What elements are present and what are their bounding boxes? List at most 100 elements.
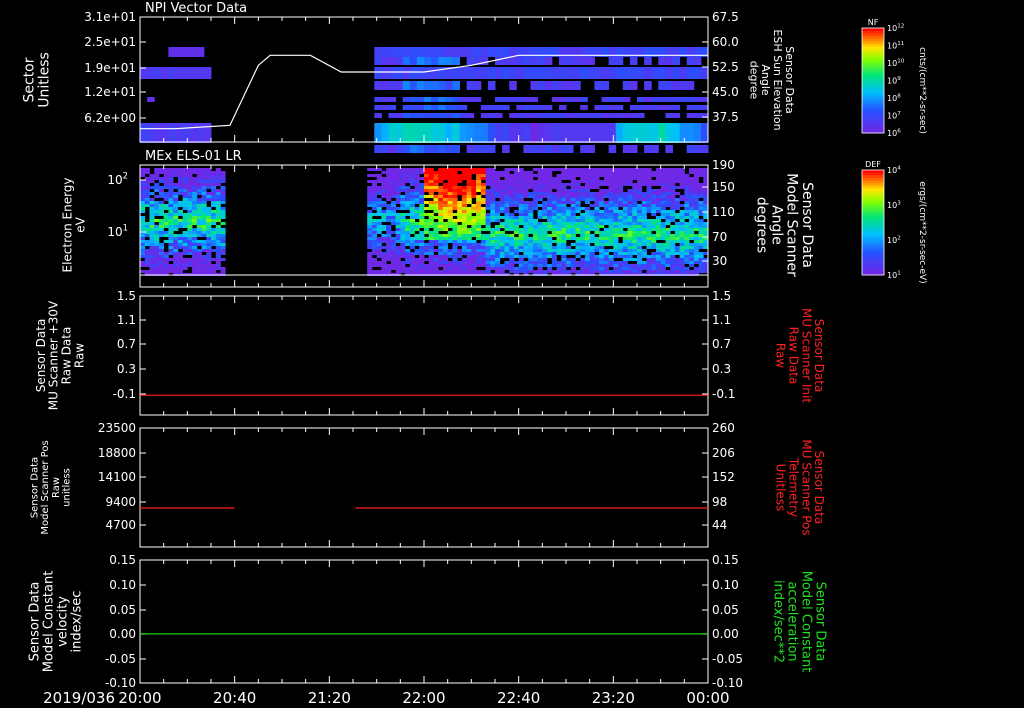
heatmap-cell: [431, 145, 439, 153]
heatmap-cell: [594, 231, 600, 234]
heatmap-cell: [655, 270, 662, 273]
heatmap-cell: [419, 222, 425, 225]
heatmap-cell: [485, 168, 491, 171]
heatmap-cell: [570, 198, 576, 201]
heatmap-cell: [518, 210, 524, 213]
heatmap-cell: [177, 246, 183, 249]
heatmap-cell: [192, 270, 198, 273]
heatmap-cell: [637, 177, 643, 180]
heatmap-cell: [480, 237, 486, 240]
heatmap-cell: [196, 258, 202, 261]
heatmap-cell: [485, 267, 491, 270]
heatmap-cell: [637, 270, 643, 273]
heatmap-cell: [395, 81, 404, 90]
heatmap-cell: [461, 267, 467, 270]
heatmap-cell: [461, 195, 467, 198]
heatmap-cell: [442, 246, 449, 249]
heatmap-cell: [603, 261, 609, 264]
heatmap-cell: [211, 198, 217, 201]
heatmap-cell: [627, 249, 633, 252]
heatmap-cell: [386, 231, 392, 234]
heatmap-cell: [613, 240, 619, 243]
heatmap-cell: [518, 216, 524, 219]
els-y-tick-label: 102: [107, 171, 128, 187]
heatmap-cell: [523, 210, 529, 213]
heatmap-cell: [192, 267, 198, 270]
heatmap-cell: [476, 270, 482, 273]
heatmap-cell: [158, 207, 165, 210]
heatmap-cell: [206, 270, 212, 273]
heatmap-cell: [400, 183, 406, 186]
heatmap-cell: [542, 228, 548, 231]
heatmap-cell: [168, 177, 174, 180]
heatmap-cell: [608, 201, 614, 204]
heatmap-cell: [428, 255, 434, 258]
heatmap-cell: [177, 240, 183, 243]
heatmap-cell: [547, 177, 553, 180]
heatmap-cell: [442, 222, 449, 225]
heatmap-cell: [405, 192, 411, 195]
heatmap-cell: [518, 249, 524, 252]
heatmap-cell: [523, 222, 529, 225]
heatmap-cell: [466, 261, 472, 264]
heatmap-cell: [206, 192, 212, 195]
heatmap-cell: [618, 249, 624, 252]
heatmap-cell: [381, 81, 389, 90]
heatmap-cell: [516, 97, 524, 102]
heatmap-cell: [613, 225, 619, 228]
heatmap-cell: [651, 201, 657, 204]
heatmap-cell: [698, 222, 704, 225]
heatmap-cell: [490, 186, 496, 189]
heatmap-cell: [381, 264, 387, 267]
heatmap-cell: [561, 192, 567, 195]
heatmap-cell: [532, 207, 538, 210]
heatmap-cell: [447, 222, 453, 225]
heatmap-cell: [376, 219, 382, 222]
heatmap-cell: [670, 255, 676, 258]
heatmap-cell: [149, 180, 155, 183]
heatmap-cell: [589, 270, 595, 273]
heatmap-cell: [452, 261, 458, 264]
heatmap-cell: [438, 249, 444, 252]
heatmap-cell: [660, 192, 666, 195]
heatmap-cell: [551, 177, 557, 180]
heatmap-cell: [523, 207, 529, 210]
heatmap-cell: [201, 216, 207, 219]
heatmap-cell: [594, 195, 600, 198]
heatmap-cell: [603, 213, 609, 216]
time-tick-label: 22:00: [402, 689, 445, 707]
heatmap-cell: [698, 267, 704, 270]
heatmap-cell: [561, 270, 567, 273]
heatmap-cell: [679, 177, 685, 180]
heatmap-cell: [589, 237, 595, 240]
heatmap-cell: [613, 168, 619, 171]
heatmap-cell: [618, 210, 624, 213]
heatmap-cell: [575, 222, 581, 225]
heatmap-cell: [201, 267, 207, 270]
heatmap-cell: [480, 216, 486, 219]
heatmap-cell: [144, 261, 150, 264]
heatmap-cell: [599, 213, 605, 216]
heatmap-cell: [570, 210, 576, 213]
heatmap-cell: [163, 195, 169, 198]
heatmap-cell: [192, 246, 198, 249]
heatmap-cell: [490, 243, 496, 246]
heatmap-cell: [547, 204, 553, 207]
heatmap-cell: [414, 237, 420, 240]
heatmap-cell: [622, 180, 628, 183]
heatmap-cell: [686, 105, 695, 110]
heatmap-cell: [457, 234, 463, 237]
heatmap-cell: [466, 237, 472, 240]
heatmap-cell: [173, 174, 179, 177]
heatmap-cell: [537, 249, 543, 252]
heatmap-cell: [608, 195, 614, 198]
heatmap-cell: [537, 225, 543, 228]
heatmap-cell: [414, 198, 420, 201]
heatmap-cell: [409, 171, 415, 174]
heatmap-cell: [513, 231, 520, 234]
heatmap-cell: [480, 240, 486, 243]
heatmap-cell: [381, 105, 389, 110]
heatmap-cell: [177, 210, 183, 213]
heatmap-cell: [177, 270, 183, 273]
heatmap-cell: [689, 255, 695, 258]
